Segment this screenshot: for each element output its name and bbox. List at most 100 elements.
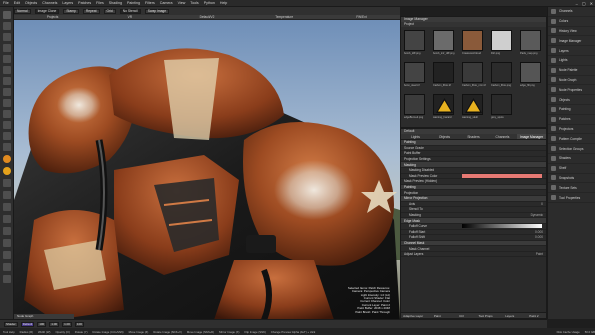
palette-item[interactable]: Node Graph	[548, 76, 595, 86]
image-thumbnail[interactable]	[491, 94, 512, 115]
tab-layers[interactable]: Layers	[498, 313, 522, 318]
shader-dropdown[interactable]: Shader	[4, 321, 18, 327]
palette-item[interactable]: Pattern Compile	[548, 134, 595, 145]
palette-item[interactable]: Channels	[548, 7, 595, 17]
image-thumbnail[interactable]	[433, 30, 454, 51]
menu-objects[interactable]: Objects	[25, 1, 37, 5]
menu-files[interactable]: Files	[96, 1, 104, 5]
palette-item[interactable]: Shaders	[548, 154, 595, 164]
blur-tool-icon[interactable]	[3, 143, 11, 151]
scale-field[interactable]: 1.00	[62, 321, 72, 327]
tab-image-manager[interactable]: Image Manager	[517, 134, 546, 139]
swap-image-button[interactable]: Swap Image	[144, 8, 170, 14]
image-thumbnail[interactable]	[462, 30, 483, 51]
tab-temperature[interactable]: Temperature	[246, 15, 323, 19]
menu-python[interactable]: Python	[204, 1, 215, 5]
tab-objects[interactable]: Objects	[430, 134, 459, 139]
menu-view[interactable]: View	[178, 1, 186, 5]
property-row[interactable]: Adjust Layers Paint	[401, 252, 546, 258]
property-value[interactable]: 0.000	[535, 235, 543, 239]
tab-paint[interactable]: Paint	[425, 313, 449, 318]
menu-help[interactable]: Help	[220, 1, 227, 5]
palette-item[interactable]: Selection Groups	[548, 144, 595, 154]
view-tool-icon[interactable]	[3, 239, 11, 247]
menu-camera[interactable]: Camera	[160, 1, 173, 5]
menu-channels[interactable]: Channels	[42, 1, 57, 5]
image-thumbnail[interactable]	[520, 62, 541, 83]
palette-item[interactable]: Colors	[548, 17, 595, 27]
menu-filters[interactable]: Filters	[145, 1, 155, 5]
image-clone-dropdown[interactable]: Image Clone	[34, 8, 60, 14]
image-thumbnail[interactable]	[462, 62, 483, 83]
scale-tool-icon[interactable]	[3, 44, 11, 52]
clone-tool-icon[interactable]	[3, 110, 11, 118]
eyedropper-tool-icon[interactable]	[3, 179, 11, 187]
falloff-curve-gradient[interactable]	[462, 224, 542, 229]
tab-shaders[interactable]: Shaders	[459, 134, 488, 139]
tab-ctrl[interactable]: Ctrl	[449, 313, 473, 318]
image-thumbnail[interactable]	[404, 30, 425, 51]
palette-item[interactable]: Painting	[548, 105, 595, 115]
image-thumbnail[interactable]	[404, 62, 425, 83]
paint-brush-color-icon[interactable]	[3, 155, 11, 163]
size-field[interactable]: 1.00	[49, 321, 60, 327]
tab-paint-2[interactable]: Paint 2	[522, 313, 546, 318]
image-thumbnail[interactable]	[462, 94, 483, 115]
palette-item[interactable]: Image Manager	[548, 36, 595, 47]
property-value[interactable]: Paint	[536, 252, 543, 256]
image-thumbnail[interactable]	[433, 94, 454, 115]
property-value[interactable]: X	[541, 202, 543, 206]
menu-edit[interactable]: Edit	[14, 1, 20, 5]
maximize-icon[interactable]: ▢	[582, 1, 586, 6]
stamp-button[interactable]: Stamp	[63, 8, 79, 14]
tab-adaptive-layer[interactable]: Adaptive Layer	[401, 313, 425, 318]
rotate-tool-icon[interactable]	[3, 33, 11, 41]
tab-projects[interactable]: Projects	[14, 15, 91, 19]
brush-mode-dropdown[interactable]: Normal	[14, 8, 31, 14]
brush-tool-icon[interactable]	[3, 77, 11, 85]
paint-brush-color-alt-icon[interactable]	[3, 167, 11, 175]
menu-tools[interactable]: Tools	[190, 1, 198, 5]
palette-item[interactable]: Projectors	[548, 125, 595, 135]
image-thumbnail[interactable]	[433, 62, 454, 83]
tab-vr[interactable]: VR	[91, 15, 168, 19]
tab-tool-props[interactable]: Tool Props	[474, 313, 498, 318]
image-thumbnail[interactable]	[404, 94, 425, 115]
tab-channels[interactable]: Channels	[488, 134, 517, 139]
palette-item[interactable]: Patches	[548, 115, 595, 125]
zoom-field[interactable]: 100	[74, 321, 84, 327]
dodge-tool-icon[interactable]	[3, 191, 11, 199]
palette-item[interactable]: Shelf	[548, 164, 595, 174]
menu-shading[interactable]: Shading	[109, 1, 122, 5]
image-thumbnail[interactable]	[491, 30, 512, 51]
image-thumbnail[interactable]	[491, 62, 512, 83]
slice-tool-icon[interactable]	[3, 66, 11, 74]
palette-item[interactable]: Tool Properties	[548, 193, 595, 203]
eraser-tool-icon[interactable]	[3, 88, 11, 96]
grid-button[interactable]: Grid	[103, 8, 116, 14]
transform-tool-icon[interactable]	[3, 55, 11, 63]
opacity-field[interactable]: 100	[37, 321, 47, 327]
tab-lights[interactable]: Lights	[401, 134, 430, 139]
sharpen-tool-icon[interactable]	[3, 215, 11, 223]
mask-color-swatch[interactable]	[462, 174, 542, 178]
property-value[interactable]: Dynamic	[531, 213, 543, 217]
stencil-dropdown[interactable]: No Stencil	[119, 8, 141, 14]
palette-item[interactable]: History View	[548, 27, 595, 37]
burn-tool-icon[interactable]	[3, 203, 11, 211]
menu-patches[interactable]: Patches	[78, 1, 91, 5]
color-swatch-default[interactable]: Default	[20, 321, 35, 327]
minimize-icon[interactable]: –	[576, 1, 578, 6]
smear-tool-icon[interactable]	[3, 99, 11, 107]
select-tool-icon[interactable]	[3, 11, 11, 19]
menu-file[interactable]: File	[3, 1, 9, 5]
fill-tool-icon[interactable]	[3, 121, 11, 129]
palette-item[interactable]: Lights	[548, 56, 595, 66]
palette-item[interactable]: Node Palette	[548, 66, 595, 76]
tab-default[interactable]: Default/V2	[168, 15, 245, 19]
sculpt-tool-icon[interactable]	[3, 227, 11, 235]
close-icon[interactable]: ✕	[590, 1, 593, 6]
repeat-button[interactable]: Repeat	[82, 8, 100, 14]
property-value[interactable]: 0.000	[535, 230, 543, 234]
menu-painting[interactable]: Painting	[127, 1, 140, 5]
